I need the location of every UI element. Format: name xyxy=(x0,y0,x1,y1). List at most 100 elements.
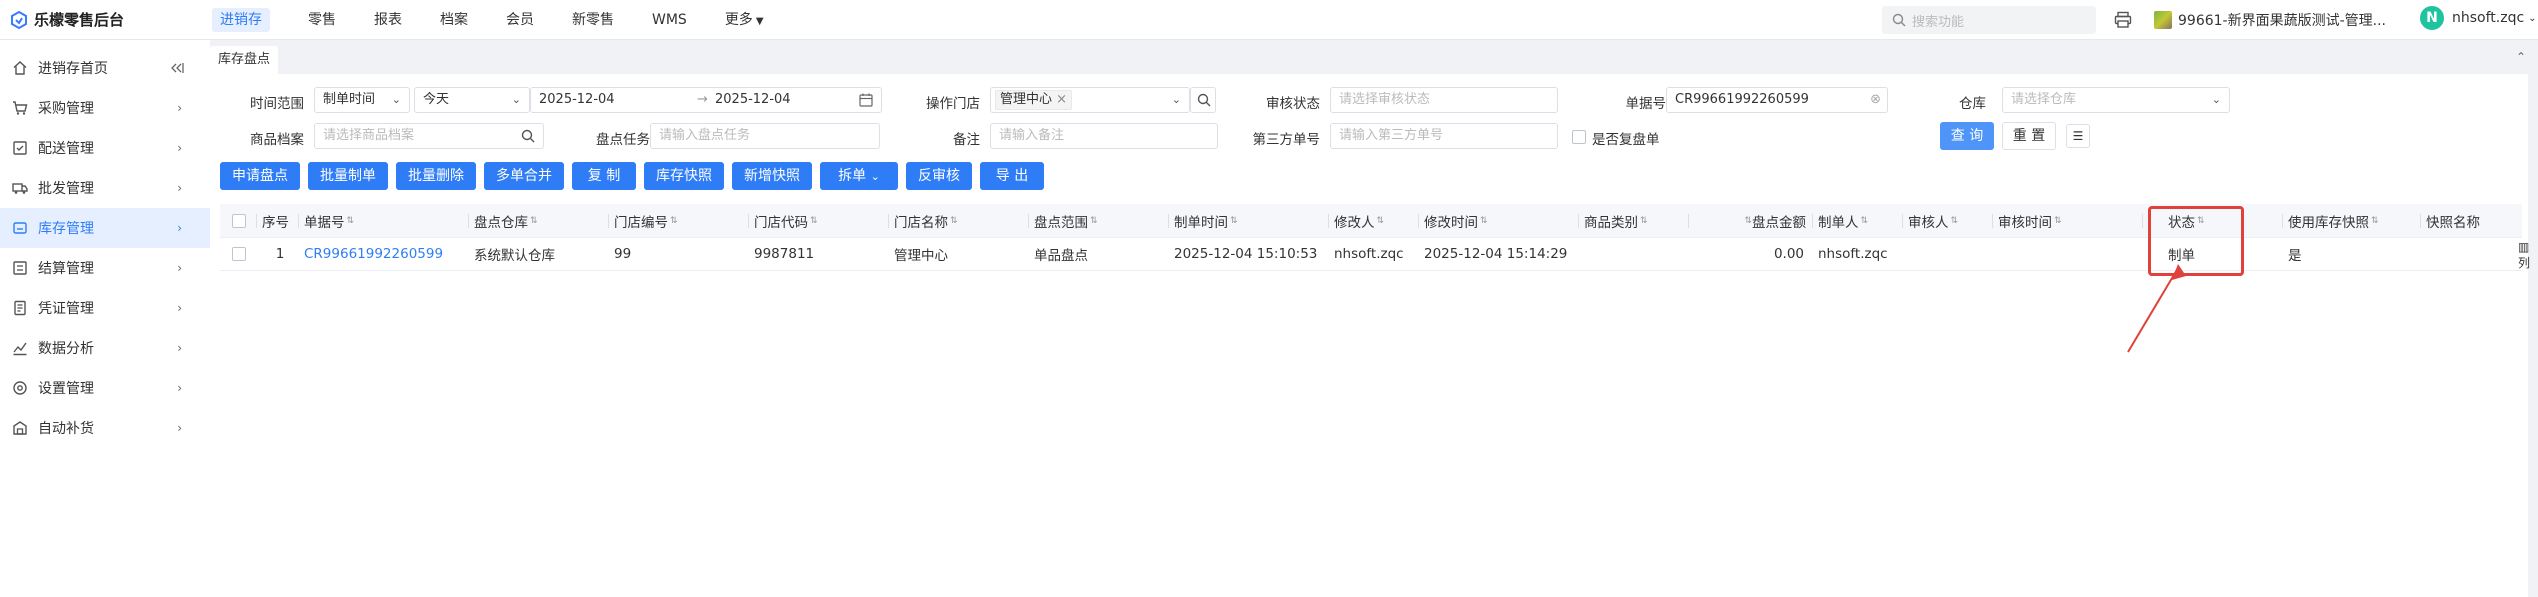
cart-icon xyxy=(13,101,28,115)
col-auditor[interactable]: 审核人 ⇅ xyxy=(1902,204,1992,237)
collapse-sidebar-icon[interactable] xyxy=(170,61,184,75)
clear-icon[interactable]: ⊗ xyxy=(1870,88,1881,112)
col-no-label: 序号 xyxy=(262,214,289,231)
sidebar-item-auto-replenish[interactable]: 自动补货 › xyxy=(0,408,210,448)
cell-no: 1 xyxy=(275,246,285,262)
col-category[interactable]: 商品类别 ⇅ xyxy=(1578,204,1688,237)
logo-icon xyxy=(11,10,27,29)
app-logo[interactable]: 乐檬零售后台 xyxy=(10,9,124,30)
row-checkbox[interactable] xyxy=(232,247,246,261)
calendar-icon xyxy=(859,93,873,107)
col-store-code[interactable]: 门店代码 ⇅ xyxy=(748,204,888,237)
nav-inventory[interactable]: 进销存 xyxy=(200,0,282,40)
annotation-arrow-icon xyxy=(2127,264,2186,353)
product-label: 商品档案 xyxy=(250,132,304,148)
chevron-right-icon: › xyxy=(177,381,182,395)
recheck-label: 是否复盘单 xyxy=(1592,132,1660,148)
col-store-no[interactable]: 门店编号 ⇅ xyxy=(608,204,748,237)
col-store-name[interactable]: 门店名称 ⇅ xyxy=(888,204,1028,237)
chevron-up-icon[interactable]: ⌃ xyxy=(2516,50,2526,64)
sidebar-item-distribution[interactable]: 配送管理 › xyxy=(0,128,210,168)
docno-label: 单据号 xyxy=(1625,96,1667,112)
cell-store-name: 管理中心 xyxy=(894,248,948,264)
warehouse-select[interactable]: 请选择仓库 ⌄ xyxy=(2002,87,2230,113)
docno-value: CR99661992260599 xyxy=(1675,92,1809,107)
new-snapshot-button[interactable]: 新增快照 xyxy=(732,162,812,190)
product-select[interactable]: 请选择商品档案 xyxy=(314,123,544,149)
time-type-select[interactable]: 制单时间 ⌄ xyxy=(314,87,410,113)
sidebar-item-inventory-home[interactable]: 进销存首页 xyxy=(0,48,210,88)
batch-delete-button[interactable]: 批量删除 xyxy=(396,162,476,190)
printer-icon[interactable] xyxy=(2114,11,2132,29)
cell-modifier: nhsoft.zqc xyxy=(1334,246,1404,262)
apply-check-button[interactable]: 申请盘点 xyxy=(220,162,300,190)
filter-settings-button[interactable]: ☰ xyxy=(2066,124,2090,148)
select-all-checkbox[interactable] xyxy=(232,214,246,228)
nav-more[interactable]: 更多 ▼ xyxy=(713,0,776,40)
export-button[interactable]: 导 出 xyxy=(980,162,1044,190)
col-docno[interactable]: 单据号 ⇅ xyxy=(298,204,468,237)
copy-button[interactable]: 复 制 xyxy=(572,162,636,190)
batch-create-button[interactable]: 批量制单 xyxy=(308,162,388,190)
sidebar-item-settings[interactable]: 设置管理 › xyxy=(0,368,210,408)
col-use-snapshot[interactable]: 使用库存快照 ⇅ xyxy=(2282,204,2420,237)
col-audit-time[interactable]: 审核时间 ⇅ xyxy=(1992,204,2142,237)
sidebar-item-stock[interactable]: 库存管理 › xyxy=(0,208,210,248)
col-created[interactable]: 制单时间 ⇅ xyxy=(1168,204,1328,237)
remark-input[interactable]: 请输入备注 xyxy=(990,123,1218,149)
store-select[interactable]: 管理中心 × ⌄ xyxy=(990,87,1190,113)
sidebar-item-analytics[interactable]: 数据分析 › xyxy=(0,328,210,368)
truck-icon xyxy=(12,183,28,194)
cell-warehouse: 系统默认仓库 xyxy=(474,248,555,264)
sidebar-item-wholesale[interactable]: 批发管理 › xyxy=(0,168,210,208)
nav-members[interactable]: 会员 xyxy=(494,0,546,40)
user-menu[interactable]: N nhsoft.zqc ⌄ xyxy=(2420,6,2537,30)
sidebar-item-settlement[interactable]: 结算管理 › xyxy=(0,248,210,288)
stock-snapshot-button[interactable]: 库存快照 xyxy=(644,162,724,190)
store-search-button[interactable] xyxy=(1190,87,1216,113)
cell-docno-link[interactable]: CR99661992260599 xyxy=(298,238,468,270)
nav-retail[interactable]: 零售 xyxy=(296,0,348,40)
nav-reports[interactable]: 报表 xyxy=(362,0,414,40)
task-input[interactable]: 请输入盘点任务 xyxy=(650,123,880,149)
third-party-input[interactable]: 请输入第三方单号 xyxy=(1330,123,1558,149)
recheck-checkbox[interactable] xyxy=(1572,130,1586,144)
date-range-picker[interactable]: 2025-12-04 → 2025-12-04 xyxy=(530,87,882,113)
column-settings-toggle[interactable]: ▥ 列 xyxy=(2518,240,2530,271)
query-button[interactable]: 查 询 xyxy=(1940,122,1994,150)
col-creator[interactable]: 制单人 ⇅ xyxy=(1812,204,1902,237)
nav-more-label: 更多 xyxy=(724,12,753,28)
sidebar-item-purchase[interactable]: 采购管理 › xyxy=(0,88,210,128)
col-modified[interactable]: 修改时间 ⇅ xyxy=(1418,204,1578,237)
col-warehouse[interactable]: 盘点仓库 ⇅ xyxy=(468,204,608,237)
date-from: 2025-12-04 xyxy=(539,92,615,107)
cell-scope: 单品盘点 xyxy=(1034,248,1088,264)
home-icon xyxy=(13,61,27,75)
store-switcher[interactable]: 99661-新界面果蔬版测试-管理... xyxy=(2154,8,2386,32)
sidebar-item-label: 批发管理 xyxy=(38,181,94,197)
col-snapshot-name: 快照名称 xyxy=(2420,204,2520,237)
warehouse-icon xyxy=(13,222,27,234)
nav-archives[interactable]: 档案 xyxy=(428,0,480,40)
nav-wms[interactable]: WMS xyxy=(640,0,699,40)
chevron-down-icon: ⌄ xyxy=(2528,12,2537,24)
col-scope[interactable]: 盘点范围 ⇅ xyxy=(1028,204,1168,237)
col-store-name-label: 门店名称 xyxy=(894,214,948,231)
audit-status-select[interactable]: 请选择审核状态 xyxy=(1330,87,1558,113)
merge-button[interactable]: 多单合并 xyxy=(484,162,564,190)
reset-button[interactable]: 重 置 xyxy=(2002,122,2056,150)
chevron-right-icon: › xyxy=(177,221,182,235)
tab-stock-check[interactable]: 库存盘点 xyxy=(210,46,279,74)
sort-icon: ⇅ xyxy=(1090,215,1098,226)
unaudit-button[interactable]: 反审核 xyxy=(906,162,972,190)
col-amount[interactable]: ⇅ 盘点金额 xyxy=(1688,204,1812,237)
split-button[interactable]: 拆单 ⌄ xyxy=(820,162,898,190)
function-search-input[interactable]: 搜索功能 xyxy=(1882,6,2096,34)
period-select[interactable]: 今天 ⌄ xyxy=(414,87,530,113)
col-modifier[interactable]: 修改人 ⇅ xyxy=(1328,204,1418,237)
docno-input[interactable]: CR99661992260599 ⊗ xyxy=(1666,87,1888,113)
sidebar-item-voucher[interactable]: 凭证管理 › xyxy=(0,288,210,328)
sort-icon: ⇅ xyxy=(1480,215,1488,226)
tag-close-icon[interactable]: × xyxy=(1056,92,1067,107)
nav-new-retail[interactable]: 新零售 xyxy=(560,0,626,40)
